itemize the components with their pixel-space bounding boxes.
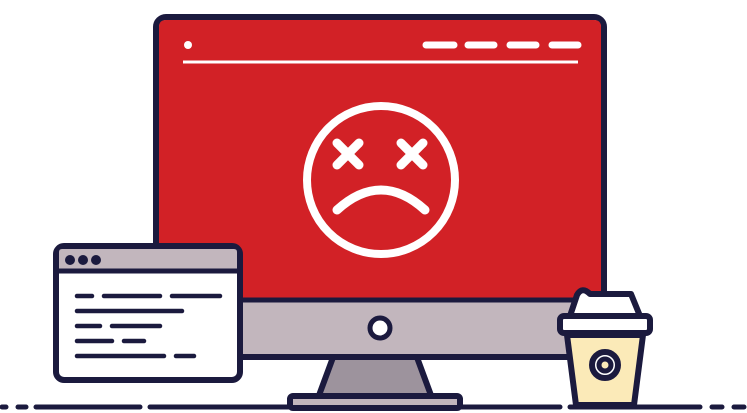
- monitor-power-button: [367, 315, 393, 341]
- code-window: [53, 243, 243, 383]
- window-dot-icon: [184, 41, 192, 49]
- three-dots-icon: [65, 255, 101, 265]
- monitor-stand: [287, 349, 463, 411]
- broken-computer-illustration: [0, 14, 747, 411]
- takeaway-coffee-cup-icon: [557, 287, 653, 408]
